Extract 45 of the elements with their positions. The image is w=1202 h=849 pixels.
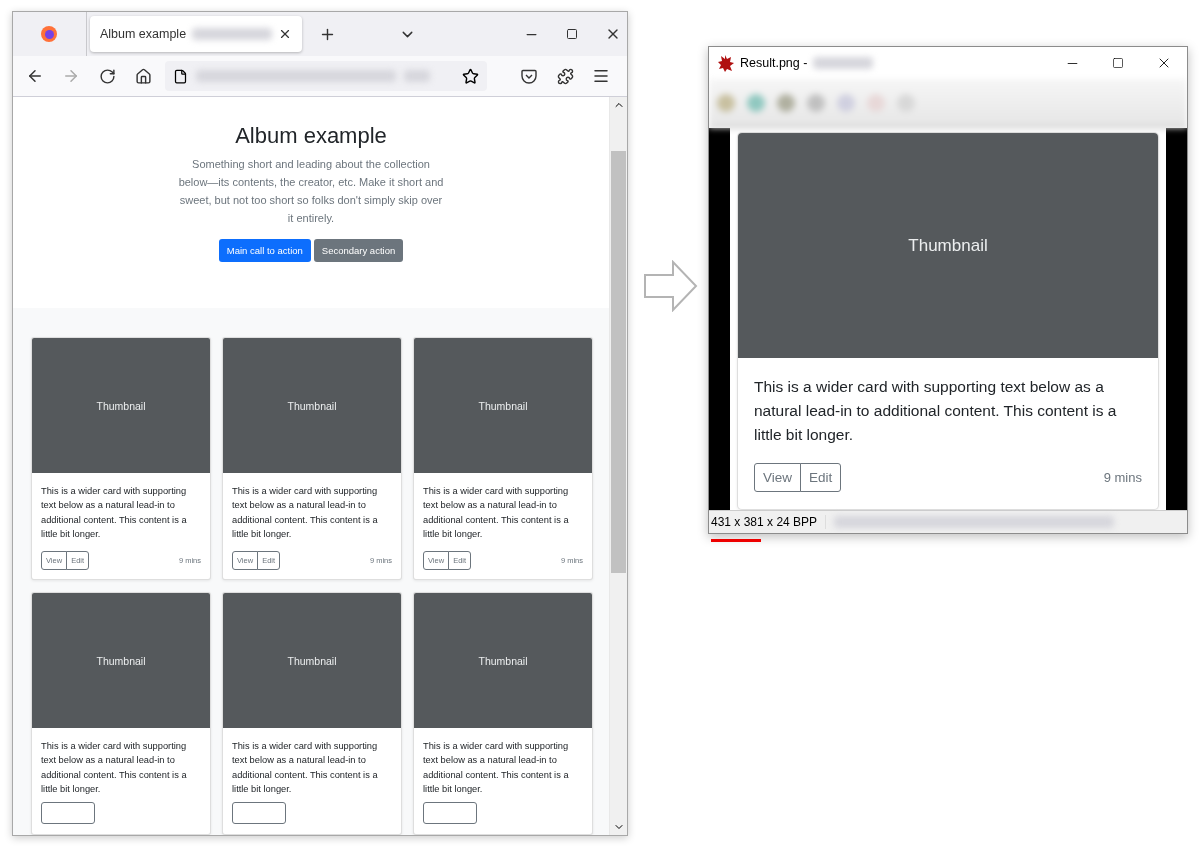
thumbnail: Thumbnail: [738, 133, 1158, 358]
thumbnail: Thumbnail: [414, 338, 592, 473]
button-group[interactable]: [41, 802, 95, 825]
thumbnail: Thumbnail: [223, 338, 401, 473]
card-text: This is a wider card with supporting text below as a natural lead-in to additional content. This content is a little bit longer.: [232, 740, 379, 796]
back-icon[interactable]: [26, 67, 44, 85]
edit-button[interactable]: Edit: [800, 463, 842, 492]
card-text: This is a wider card with supporting text below as a natural lead-in to additional content. This content is a little bit longer.: [232, 485, 379, 541]
status-text: 431 x 381 x 24 BPP: [709, 515, 827, 529]
maximize-icon[interactable]: [1112, 57, 1124, 69]
extensions-icon[interactable]: [556, 67, 574, 85]
address-field[interactable]: [165, 61, 487, 91]
primary-button[interactable]: Main call to action: [218, 239, 311, 262]
browser-logo-icon[interactable]: [40, 25, 59, 43]
blurred-text: [813, 57, 874, 69]
maximize-icon[interactable]: [566, 28, 579, 40]
card-text: This is a wider card with supporting text below as a natural lead-in to additional content. This content is a little bit longer.: [41, 485, 188, 541]
card-text: This is a wider card with supporting text below as a natural lead-in to additional content. This content is a little bit longer.: [41, 740, 188, 796]
button-group[interactable]: [423, 802, 477, 825]
thumbnail: Thumbnail: [32, 338, 210, 473]
window-title: Result.png -: [740, 56, 808, 70]
thumbnail: Thumbnail: [223, 593, 401, 728]
view-button[interactable]: View: [754, 463, 802, 492]
home-icon[interactable]: [134, 67, 152, 85]
thumbnail: Thumbnail: [32, 593, 210, 728]
menu-icon[interactable]: [592, 67, 610, 85]
button-group[interactable]: [232, 802, 286, 825]
card-text: This is a wider card with supporting text below as a natural lead-in to additional content. This content is a little bit longer.: [423, 740, 570, 796]
scrollbar[interactable]: [609, 97, 627, 835]
browser-tab[interactable]: Album example: [89, 16, 303, 52]
secondary-button[interactable]: Secondary action: [313, 239, 404, 262]
tab-title: Album example: [99, 27, 187, 41]
card-time: 9 mins: [1103, 470, 1142, 485]
thumbnail: Thumbnail: [414, 593, 592, 728]
right-arrow-icon: [644, 260, 698, 312]
reload-icon[interactable]: [98, 67, 116, 85]
bookmark-star-icon[interactable]: [462, 67, 479, 85]
page-icon: [173, 68, 188, 84]
card-text: This is a wider card with supporting text below as a natural lead-in to additional content. This content is a little bit longer.: [423, 485, 570, 541]
app-logo-icon: [717, 54, 734, 72]
hero-lead: Something short and leading about the collection below—its contents, the creator, etc. Make it short and sweet, but not too short so folks don't simply skip over it entirely.: [178, 157, 444, 226]
hero-title: Album example: [235, 123, 387, 149]
card-text: This is a wider card with supporting text below as a natural lead-in to additional content. This content is a little bit longer.: [754, 377, 1118, 445]
underline-mark: [711, 539, 761, 542]
pocket-icon[interactable]: [521, 68, 537, 84]
